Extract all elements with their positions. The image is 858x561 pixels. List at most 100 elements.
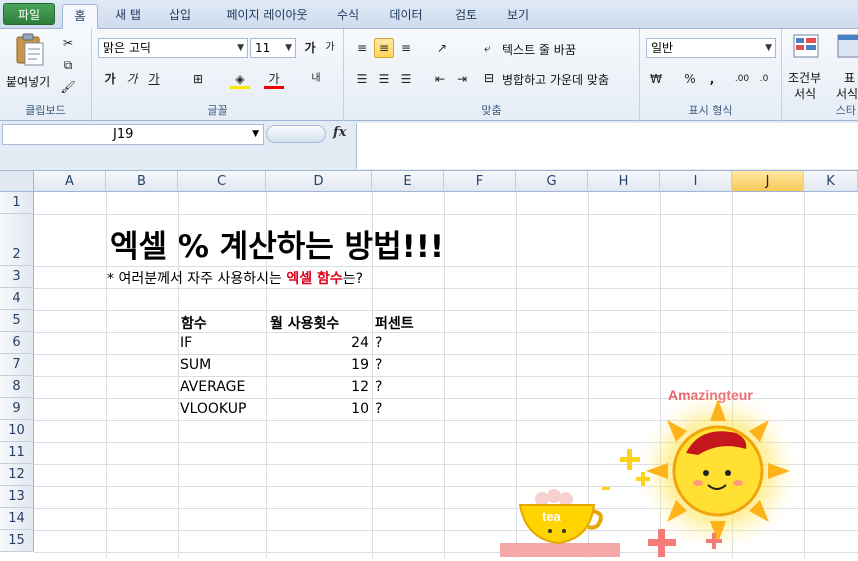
format-painter-icon[interactable]: 🖌: [58, 77, 78, 97]
column-header-i[interactable]: I: [660, 171, 732, 192]
column-header-b[interactable]: B: [106, 171, 178, 192]
align-left-icon[interactable]: ☰: [352, 69, 372, 89]
align-center-icon[interactable]: ☰: [374, 69, 394, 89]
comma-icon[interactable]: ,: [702, 69, 722, 89]
formula-bar-splitter[interactable]: [266, 125, 326, 143]
number-group-label: 표시 형식: [688, 104, 733, 117]
row-header-1[interactable]: 1: [0, 192, 34, 214]
number-format-combo[interactable]: 일반 ▼: [646, 38, 776, 58]
format-as-table-button[interactable]: 표 서식: [832, 33, 858, 101]
merge-icon: ⊟: [484, 71, 495, 85]
merge-center-button[interactable]: ⊟ 병합하고 가운데 맞춤: [484, 69, 636, 89]
row-header-12[interactable]: 12: [0, 464, 34, 486]
table-cell-percent[interactable]: ?: [375, 357, 382, 373]
column-header-h[interactable]: H: [588, 171, 660, 192]
tab-insert[interactable]: 삽입: [160, 4, 200, 29]
column-header-j[interactable]: J: [732, 171, 804, 192]
gridline: [34, 288, 858, 289]
align-bottom-icon[interactable]: ≡: [396, 38, 416, 58]
align-middle-icon[interactable]: ≡: [374, 38, 394, 58]
bold-icon[interactable]: 가: [100, 69, 120, 89]
percent-icon[interactable]: %: [680, 69, 700, 89]
table-cell-count[interactable]: 24: [266, 335, 369, 351]
tab-file[interactable]: 파일: [3, 3, 55, 25]
row-header-5[interactable]: 5: [0, 310, 34, 332]
accounting-format-icon[interactable]: ₩: [646, 69, 666, 89]
table-cell-function[interactable]: IF: [180, 335, 192, 351]
tab-view[interactable]: 보기: [498, 4, 538, 29]
row-header-4[interactable]: 4: [0, 288, 34, 310]
copy-icon[interactable]: ⧉: [58, 55, 78, 75]
wrap-text-label: 텍스트 줄 바꿈: [502, 43, 576, 57]
table-cell-percent[interactable]: ?: [375, 401, 382, 417]
insert-function-icon[interactable]: fx: [333, 125, 346, 140]
align-top-icon[interactable]: ≡: [352, 38, 372, 58]
tab-new[interactable]: 새 탭: [108, 4, 148, 29]
row-header-9[interactable]: 9: [0, 398, 34, 420]
row-header-3[interactable]: 3: [0, 266, 34, 288]
font-color-icon[interactable]: 가: [264, 69, 284, 89]
row-header-8[interactable]: 8: [0, 376, 34, 398]
table-cell-count[interactable]: 19: [266, 357, 369, 373]
row-header-6[interactable]: 6: [0, 332, 34, 354]
tab-page-layout[interactable]: 페이지 레이아웃: [212, 4, 322, 29]
table-cell-function[interactable]: AVERAGE: [180, 379, 245, 395]
table-cell-function[interactable]: SUM: [180, 357, 211, 373]
conditional-format-button[interactable]: 조건부 서식: [786, 33, 826, 101]
row-header-15[interactable]: 15: [0, 530, 34, 552]
chevron-down-icon: ▼: [765, 43, 772, 53]
row-header-7[interactable]: 7: [0, 354, 34, 376]
tab-review[interactable]: 검토: [446, 4, 486, 29]
column-header-k[interactable]: K: [804, 171, 858, 192]
column-header-d[interactable]: D: [266, 171, 372, 192]
table-cell-count[interactable]: 10: [266, 401, 369, 417]
phonetic-icon[interactable]: 내: [306, 69, 326, 89]
cut-icon[interactable]: ✂: [58, 33, 78, 53]
formula-input[interactable]: [356, 123, 858, 169]
table-cell-function[interactable]: VLOOKUP: [180, 401, 246, 417]
table-cell-percent[interactable]: ?: [375, 335, 382, 351]
column-header-a[interactable]: A: [34, 171, 106, 192]
tab-home[interactable]: 홈: [62, 4, 98, 29]
font-name-combo[interactable]: 맑은 고딕 ▼: [98, 38, 248, 58]
column-header-g[interactable]: G: [516, 171, 588, 192]
orientation-icon[interactable]: ↗: [432, 38, 452, 58]
align-right-icon[interactable]: ☰: [396, 69, 416, 89]
gridline: [34, 266, 858, 267]
row-header-13[interactable]: 13: [0, 486, 34, 508]
fill-color-icon[interactable]: ◈: [230, 69, 250, 89]
name-box-value: J19: [113, 127, 134, 142]
tab-data[interactable]: 데이터: [380, 4, 432, 29]
italic-icon[interactable]: 가: [122, 69, 142, 89]
table-cell-count[interactable]: 12: [266, 379, 369, 395]
underline-icon[interactable]: 가: [144, 69, 164, 89]
wrap-text-button[interactable]: ⤶ 텍스트 줄 바꿈: [484, 39, 634, 59]
chevron-down-icon: ▼: [285, 43, 292, 53]
grow-font-icon[interactable]: 가: [300, 38, 320, 58]
table-header-function: 함수: [181, 316, 207, 332]
table-cell-percent[interactable]: ?: [375, 379, 382, 395]
row-header-2[interactable]: 2: [0, 214, 34, 266]
shrink-font-icon[interactable]: 가: [320, 38, 340, 58]
name-box[interactable]: J19 ▼: [2, 124, 264, 145]
column-header-e[interactable]: E: [372, 171, 444, 192]
border-icon[interactable]: ⊞: [188, 69, 208, 89]
font-name-value: 맑은 고딕: [103, 41, 151, 55]
row-header-11[interactable]: 11: [0, 442, 34, 464]
paste-button[interactable]: 붙여넣기: [6, 33, 52, 93]
decrease-decimal-icon[interactable]: .0: [754, 69, 774, 89]
column-header-c[interactable]: C: [178, 171, 266, 192]
font-size-combo[interactable]: 11 ▼: [250, 38, 296, 58]
table-header-percent: 퍼센트: [375, 316, 414, 332]
column-header-f[interactable]: F: [444, 171, 516, 192]
table-format-line2: 서식: [836, 87, 858, 101]
increase-decimal-icon[interactable]: .00: [732, 69, 752, 89]
select-all-corner[interactable]: [0, 171, 34, 192]
clipboard-group-label: 클립보드: [25, 104, 66, 117]
decrease-indent-icon[interactable]: ⇤: [430, 69, 450, 89]
tab-formulas[interactable]: 수식: [330, 4, 366, 29]
row-header-10[interactable]: 10: [0, 420, 34, 442]
row-header-14[interactable]: 14: [0, 508, 34, 530]
gridline: [34, 354, 858, 355]
increase-indent-icon[interactable]: ⇥: [452, 69, 472, 89]
